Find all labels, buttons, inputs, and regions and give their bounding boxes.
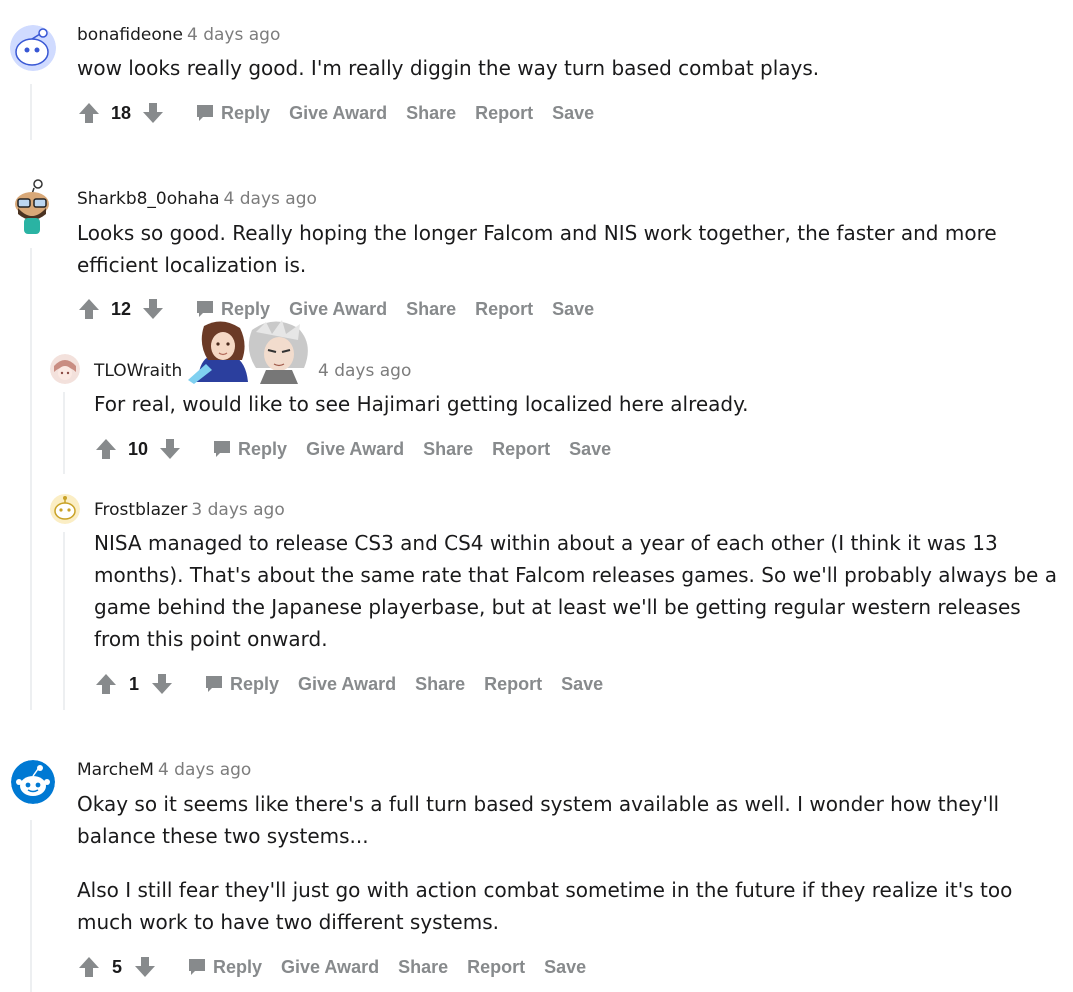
snoo-avatar-icon <box>10 25 56 71</box>
comment-body: Okay so it seems like there's a full tur… <box>77 788 1037 938</box>
user-flair <box>186 320 314 384</box>
comment-body: wow looks really good. I'm really diggin… <box>77 52 1057 84</box>
reply-button[interactable]: Reply <box>212 439 287 460</box>
vote-score: 10 <box>128 438 149 459</box>
upvote-icon[interactable] <box>77 101 101 125</box>
timestamp[interactable]: 3 days ago <box>191 500 284 520</box>
timestamp[interactable]: 4 days ago <box>187 25 280 45</box>
thread-line[interactable] <box>30 84 32 140</box>
comment-meta: Sharkb8_0ohaha 4 days ago <box>77 188 317 210</box>
avatar[interactable] <box>50 354 80 384</box>
report-button[interactable]: Report <box>475 103 533 124</box>
snoo-avatar-icon <box>15 179 49 234</box>
reply-label: Reply <box>213 956 263 977</box>
reply-label: Reply <box>230 673 280 694</box>
avatar[interactable] <box>8 178 56 236</box>
reply-button[interactable]: Reply <box>195 299 270 320</box>
comment-paragraph: For real, would like to see Hajimari get… <box>94 392 749 416</box>
share-button[interactable]: Share <box>415 674 465 695</box>
reply-icon <box>214 441 231 457</box>
reply-icon <box>189 959 205 975</box>
thread-line[interactable] <box>63 392 65 474</box>
share-button[interactable]: Share <box>423 439 473 460</box>
character-flair-icon <box>188 320 308 384</box>
comment-actions: 5 Reply Give Award Share Report Save <box>77 953 586 981</box>
save-button[interactable]: Save <box>561 674 603 695</box>
upvote-icon[interactable] <box>77 297 101 321</box>
vote-score: 1 <box>128 673 139 694</box>
give-award-button[interactable]: Give Award <box>289 103 387 124</box>
comment-body: Looks so good. Really hoping the longer … <box>77 217 1037 281</box>
vote-score: 5 <box>111 956 122 977</box>
timestamp[interactable]: 4 days ago <box>158 760 251 780</box>
reply-label: Reply <box>238 438 288 459</box>
share-button[interactable]: Share <box>398 957 448 978</box>
comment-paragraph: Looks so good. Really hoping the longer … <box>77 221 997 277</box>
comment-actions: 1 Reply Give Award Share Report Save <box>94 670 603 698</box>
comment-meta: MarcheM 4 days ago <box>77 759 251 781</box>
give-award-button[interactable]: Give Award <box>298 674 396 695</box>
report-button[interactable]: Report <box>467 957 525 978</box>
thread-line[interactable] <box>63 532 65 710</box>
author-name[interactable]: Frostblazer <box>94 500 187 520</box>
comment-paragraph: NISA managed to release CS3 and CS4 with… <box>94 531 1057 651</box>
save-button[interactable]: Save <box>569 439 611 460</box>
comment-meta: Frostblazer 3 days ago <box>94 499 285 521</box>
report-button[interactable]: Report <box>484 674 542 695</box>
author-name[interactable]: TLOWraith <box>94 361 182 381</box>
timestamp[interactable]: 4 days ago <box>318 361 411 381</box>
author-name[interactable]: Sharkb8_0ohaha <box>77 189 220 209</box>
author-name[interactable]: MarcheM <box>77 760 154 780</box>
comment-meta: bonafideone 4 days ago <box>77 24 280 46</box>
vote-score: 18 <box>111 102 132 123</box>
snoo-avatar-icon <box>11 760 55 804</box>
snoo-avatar-icon <box>50 494 80 524</box>
save-button[interactable]: Save <box>552 299 594 320</box>
upvote-icon[interactable] <box>94 437 118 461</box>
comment-body: For real, would like to see Hajimari get… <box>94 388 1054 420</box>
downvote-icon[interactable] <box>158 437 182 461</box>
report-button[interactable]: Report <box>492 439 550 460</box>
comment-actions: 10 Reply Give Award Share Report Save <box>94 435 611 463</box>
comment-paragraph: Okay so it seems like there's a full tur… <box>77 792 1000 848</box>
comment-meta: TLOWraith <box>94 360 182 382</box>
avatar[interactable] <box>11 760 55 804</box>
downvote-icon[interactable] <box>141 101 165 125</box>
reply-button[interactable]: Reply <box>187 957 262 978</box>
report-button[interactable]: Report <box>475 299 533 320</box>
reply-label: Reply <box>221 298 271 319</box>
timestamp[interactable]: 4 days ago <box>224 189 317 209</box>
reply-button[interactable]: Reply <box>204 674 279 695</box>
reply-button[interactable]: Reply <box>195 103 270 124</box>
upvote-icon[interactable] <box>77 955 101 979</box>
save-button[interactable]: Save <box>552 103 594 124</box>
vote-score: 12 <box>111 298 132 319</box>
downvote-icon[interactable] <box>133 955 157 979</box>
comment-paragraph: wow looks really good. I'm really diggin… <box>77 56 820 80</box>
give-award-button[interactable]: Give Award <box>281 957 379 978</box>
upvote-icon[interactable] <box>94 672 118 696</box>
reply-icon <box>197 105 214 121</box>
thread-line[interactable] <box>30 248 32 710</box>
comment-actions: 18 Reply Give Award Share Report Save <box>77 99 594 127</box>
avatar[interactable] <box>50 494 80 524</box>
author-name[interactable]: bonafideone <box>77 25 183 45</box>
comment-actions: 12 Reply Give Award Share Report Save <box>77 295 594 323</box>
anime-avatar-icon <box>50 354 80 384</box>
reply-label: Reply <box>221 102 271 123</box>
avatar[interactable] <box>10 25 56 71</box>
thread-line[interactable] <box>30 820 32 992</box>
give-award-button[interactable]: Give Award <box>306 439 404 460</box>
downvote-icon[interactable] <box>141 297 165 321</box>
comment-meta-time: 4 days ago <box>314 360 411 382</box>
reply-icon <box>206 676 222 692</box>
save-button[interactable]: Save <box>544 957 586 978</box>
share-button[interactable]: Share <box>406 103 456 124</box>
give-award-button[interactable]: Give Award <box>289 299 387 320</box>
share-button[interactable]: Share <box>406 299 456 320</box>
comment-paragraph: Also I still fear they'll just go with a… <box>77 878 1013 934</box>
comment-body: NISA managed to release CS3 and CS4 with… <box>94 527 1064 655</box>
downvote-icon[interactable] <box>150 672 174 696</box>
reply-icon <box>197 301 214 317</box>
